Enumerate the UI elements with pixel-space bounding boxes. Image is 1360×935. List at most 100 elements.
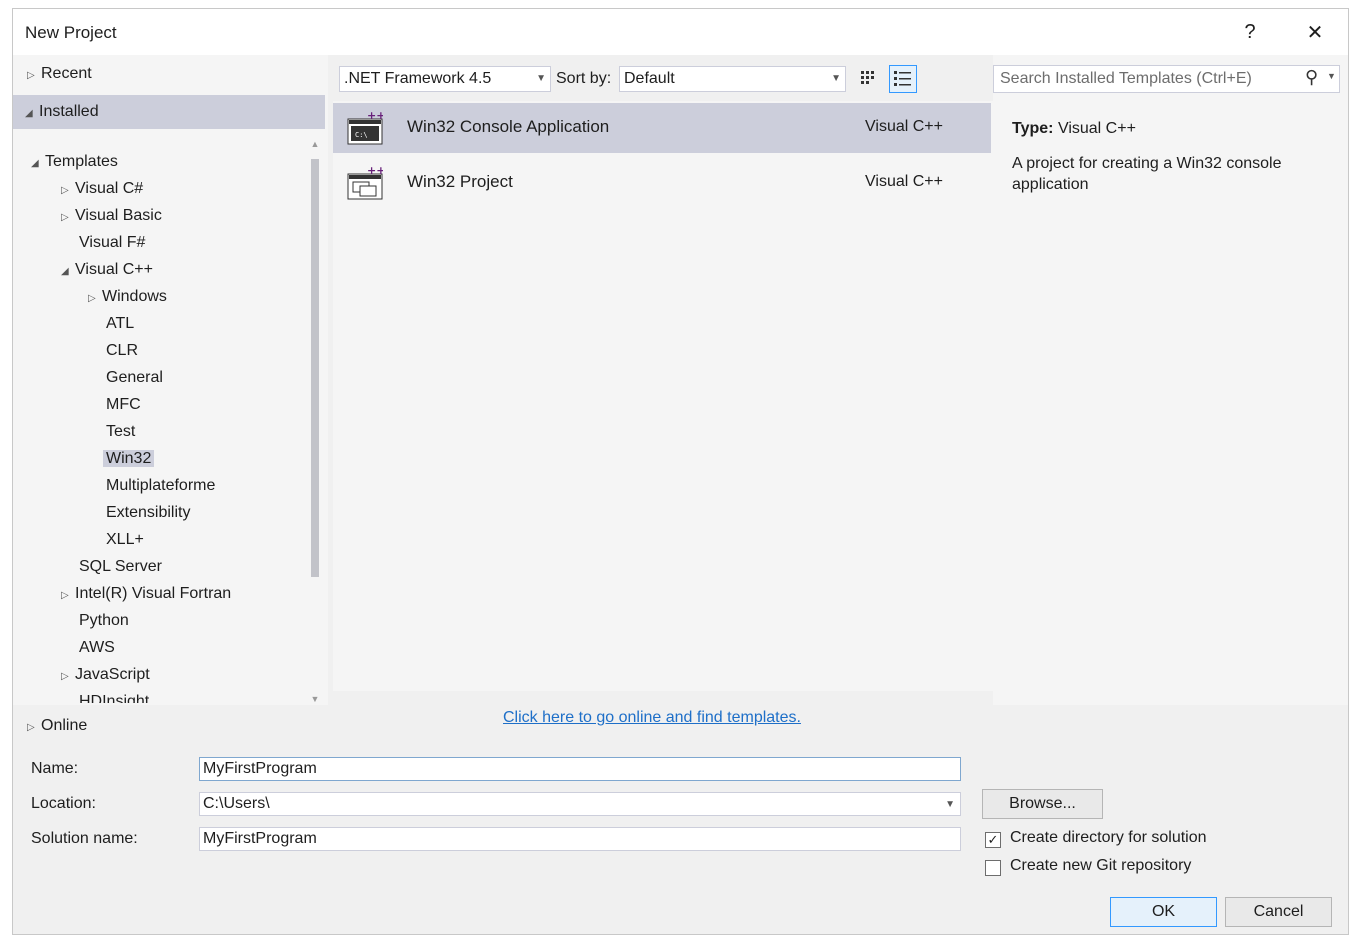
tree-item-visual-cpp[interactable]: ◢ Visual C++	[61, 257, 153, 283]
type-value: Visual C++	[1057, 120, 1136, 137]
search-options-chevron-icon[interactable]: ▼	[1327, 71, 1336, 81]
location-label: Location:	[31, 795, 96, 812]
tree-item-label: Windows	[102, 288, 167, 305]
tree-item-test[interactable]: Test	[106, 419, 135, 445]
create-directory-checkbox[interactable]: ✓	[985, 832, 1001, 848]
details-pane: Search Installed Templates (Ctrl+E) ⚲ ▼ …	[993, 55, 1348, 705]
checkmark-icon: ✓	[987, 832, 999, 847]
tree-item-multiplateforme[interactable]: Multiplateforme	[106, 473, 215, 499]
template-win32-console[interactable]: C:\ ++ Win32 Console Application Visual …	[333, 103, 991, 153]
new-project-dialog: New Project ? ✕ ▷ Recent ◢ Installed ◢ Temp…	[12, 8, 1349, 935]
help-button[interactable]: ?	[1233, 17, 1267, 47]
tree-item-online[interactable]: ▷ Online	[27, 713, 87, 739]
grid-view-icon	[861, 71, 874, 84]
search-input[interactable]: Search Installed Templates (Ctrl+E)	[993, 65, 1340, 93]
ok-button[interactable]: OK	[1110, 897, 1217, 927]
tree-item-label: Visual C#	[75, 180, 144, 197]
tree-item-xll[interactable]: XLL+	[106, 527, 144, 553]
template-win32-project[interactable]: ++ Win32 Project Visual C++	[333, 158, 991, 208]
tree-item-visual-csharp[interactable]: ▷ Visual C#	[61, 176, 143, 202]
category-tree: ▷ Recent ◢ Installed ◢ Templates ▷ Visual C#…	[13, 55, 328, 705]
create-git-label: Create new Git repository	[1010, 857, 1192, 874]
tree-item-installed-inner: ◢ Installed	[25, 99, 99, 125]
scrollbar-thumb[interactable]	[311, 159, 319, 577]
template-name: Win32 Project	[407, 172, 513, 191]
framework-dropdown[interactable]: .NET Framework 4.5 ▼	[339, 66, 551, 92]
template-language: Visual C++	[865, 173, 943, 190]
tree-item-javascript[interactable]: ▷ JavaScript	[61, 662, 150, 688]
tree-item-label: Recent	[41, 65, 92, 82]
tree-item-recent[interactable]: ▷ Recent	[27, 61, 92, 87]
template-language: Visual C++	[865, 118, 943, 135]
tree-item-visual-fsharp[interactable]: Visual F#	[79, 230, 145, 256]
tree-item-templates[interactable]: ◢ Templates	[31, 149, 118, 175]
create-git-checkbox[interactable]	[985, 860, 1001, 876]
collapse-arrow-icon: ◢	[31, 158, 39, 169]
tree-item-hdinsight[interactable]: HDInsight	[79, 689, 149, 703]
expand-arrow-icon: ▷	[27, 70, 35, 81]
template-list: C:\ ++ Win32 Console Application Visual …	[333, 101, 993, 691]
tree-item-label-selected: Win32	[103, 450, 155, 467]
tree-item-aws[interactable]: AWS	[79, 635, 115, 661]
expand-arrow-icon: ▷	[61, 185, 69, 196]
tree-item-label: JavaScript	[75, 666, 150, 683]
tree-item-python[interactable]: Python	[79, 608, 129, 634]
scroll-up-icon[interactable]: ▲	[309, 139, 321, 153]
close-button[interactable]: ✕	[1298, 17, 1332, 47]
expand-arrow-icon: ▷	[61, 590, 69, 601]
tree-item-windows[interactable]: ▷ Windows	[88, 284, 167, 310]
search-icon[interactable]: ⚲	[1305, 67, 1318, 88]
tree-scrollbar[interactable]: ▲ ▼	[309, 139, 321, 751]
expand-arrow-icon: ▷	[88, 293, 96, 304]
chevron-down-icon: ▼	[536, 73, 546, 84]
list-view-icon	[894, 71, 911, 86]
scroll-down-icon[interactable]: ▼	[309, 694, 321, 708]
tree-item-mfc[interactable]: MFC	[106, 392, 141, 418]
browse-button[interactable]: Browse...	[982, 789, 1103, 819]
small-icons-view-button[interactable]	[856, 66, 882, 92]
name-label: Name:	[31, 760, 79, 777]
sort-dropdown[interactable]: Default ▼	[619, 66, 846, 92]
tree-item-extensibility[interactable]: Extensibility	[106, 500, 190, 526]
tree-item-general[interactable]: General	[106, 365, 163, 391]
type-line: Type: Visual C++	[1012, 120, 1136, 138]
tree-item-label: Installed	[39, 103, 99, 120]
cancel-button[interactable]: Cancel	[1225, 897, 1332, 927]
tree-item-sql-server[interactable]: SQL Server	[79, 554, 162, 580]
tree-item-installed[interactable]: ◢ Installed	[13, 95, 325, 129]
win32-project-icon: ++	[347, 164, 385, 200]
title-bar: New Project ? ✕	[13, 9, 1348, 55]
template-name: Win32 Console Application	[407, 117, 610, 136]
tree-item-visual-basic[interactable]: ▷ Visual Basic	[61, 203, 162, 229]
framework-value: .NET Framework 4.5	[344, 70, 492, 87]
tree-item-hdinsight-clip: HDInsight	[79, 689, 299, 703]
type-label: Type:	[1012, 120, 1054, 137]
tree-item-label: Online	[41, 717, 88, 734]
create-directory-label: Create directory for solution	[1010, 829, 1207, 846]
expand-arrow-icon: ▷	[27, 722, 35, 733]
chevron-down-icon[interactable]: ▼	[945, 794, 955, 816]
console-prompt-text: C:\	[355, 131, 368, 139]
expand-arrow-icon: ▷	[61, 212, 69, 223]
tree-item-intel-fortran[interactable]: ▷ Intel(R) Visual Fortran	[61, 581, 231, 607]
tree-item-atl[interactable]: ATL	[106, 311, 134, 337]
tree-item-win32[interactable]: Win32	[103, 446, 155, 472]
solution-name-field[interactable]: MyFirstProgram	[199, 827, 961, 851]
tree-item-label: Templates	[45, 153, 118, 170]
template-description: A project for creating a Win32 console a…	[1012, 155, 1282, 193]
collapse-arrow-icon: ◢	[25, 108, 33, 119]
sort-label: Sort by:	[556, 70, 612, 87]
online-templates-link[interactable]: Click here to go online and find templat…	[503, 709, 801, 727]
collapse-arrow-icon: ◢	[61, 266, 69, 277]
tree-item-label: Visual Basic	[75, 207, 162, 224]
list-view-button[interactable]	[889, 65, 917, 93]
tree-item-label: Visual C++	[75, 261, 153, 278]
solution-name-label: Solution name:	[31, 830, 138, 847]
svg-text:++: ++	[367, 111, 383, 122]
location-field[interactable]: C:\Users\ ▼	[199, 792, 961, 816]
name-field[interactable]: MyFirstProgram	[199, 757, 961, 781]
win32-project-icon-svg: ++	[347, 164, 385, 200]
console-app-icon-svg: C:\ ++	[347, 109, 385, 145]
console-app-icon: C:\ ++	[347, 109, 385, 145]
tree-item-clr[interactable]: CLR	[106, 338, 138, 364]
